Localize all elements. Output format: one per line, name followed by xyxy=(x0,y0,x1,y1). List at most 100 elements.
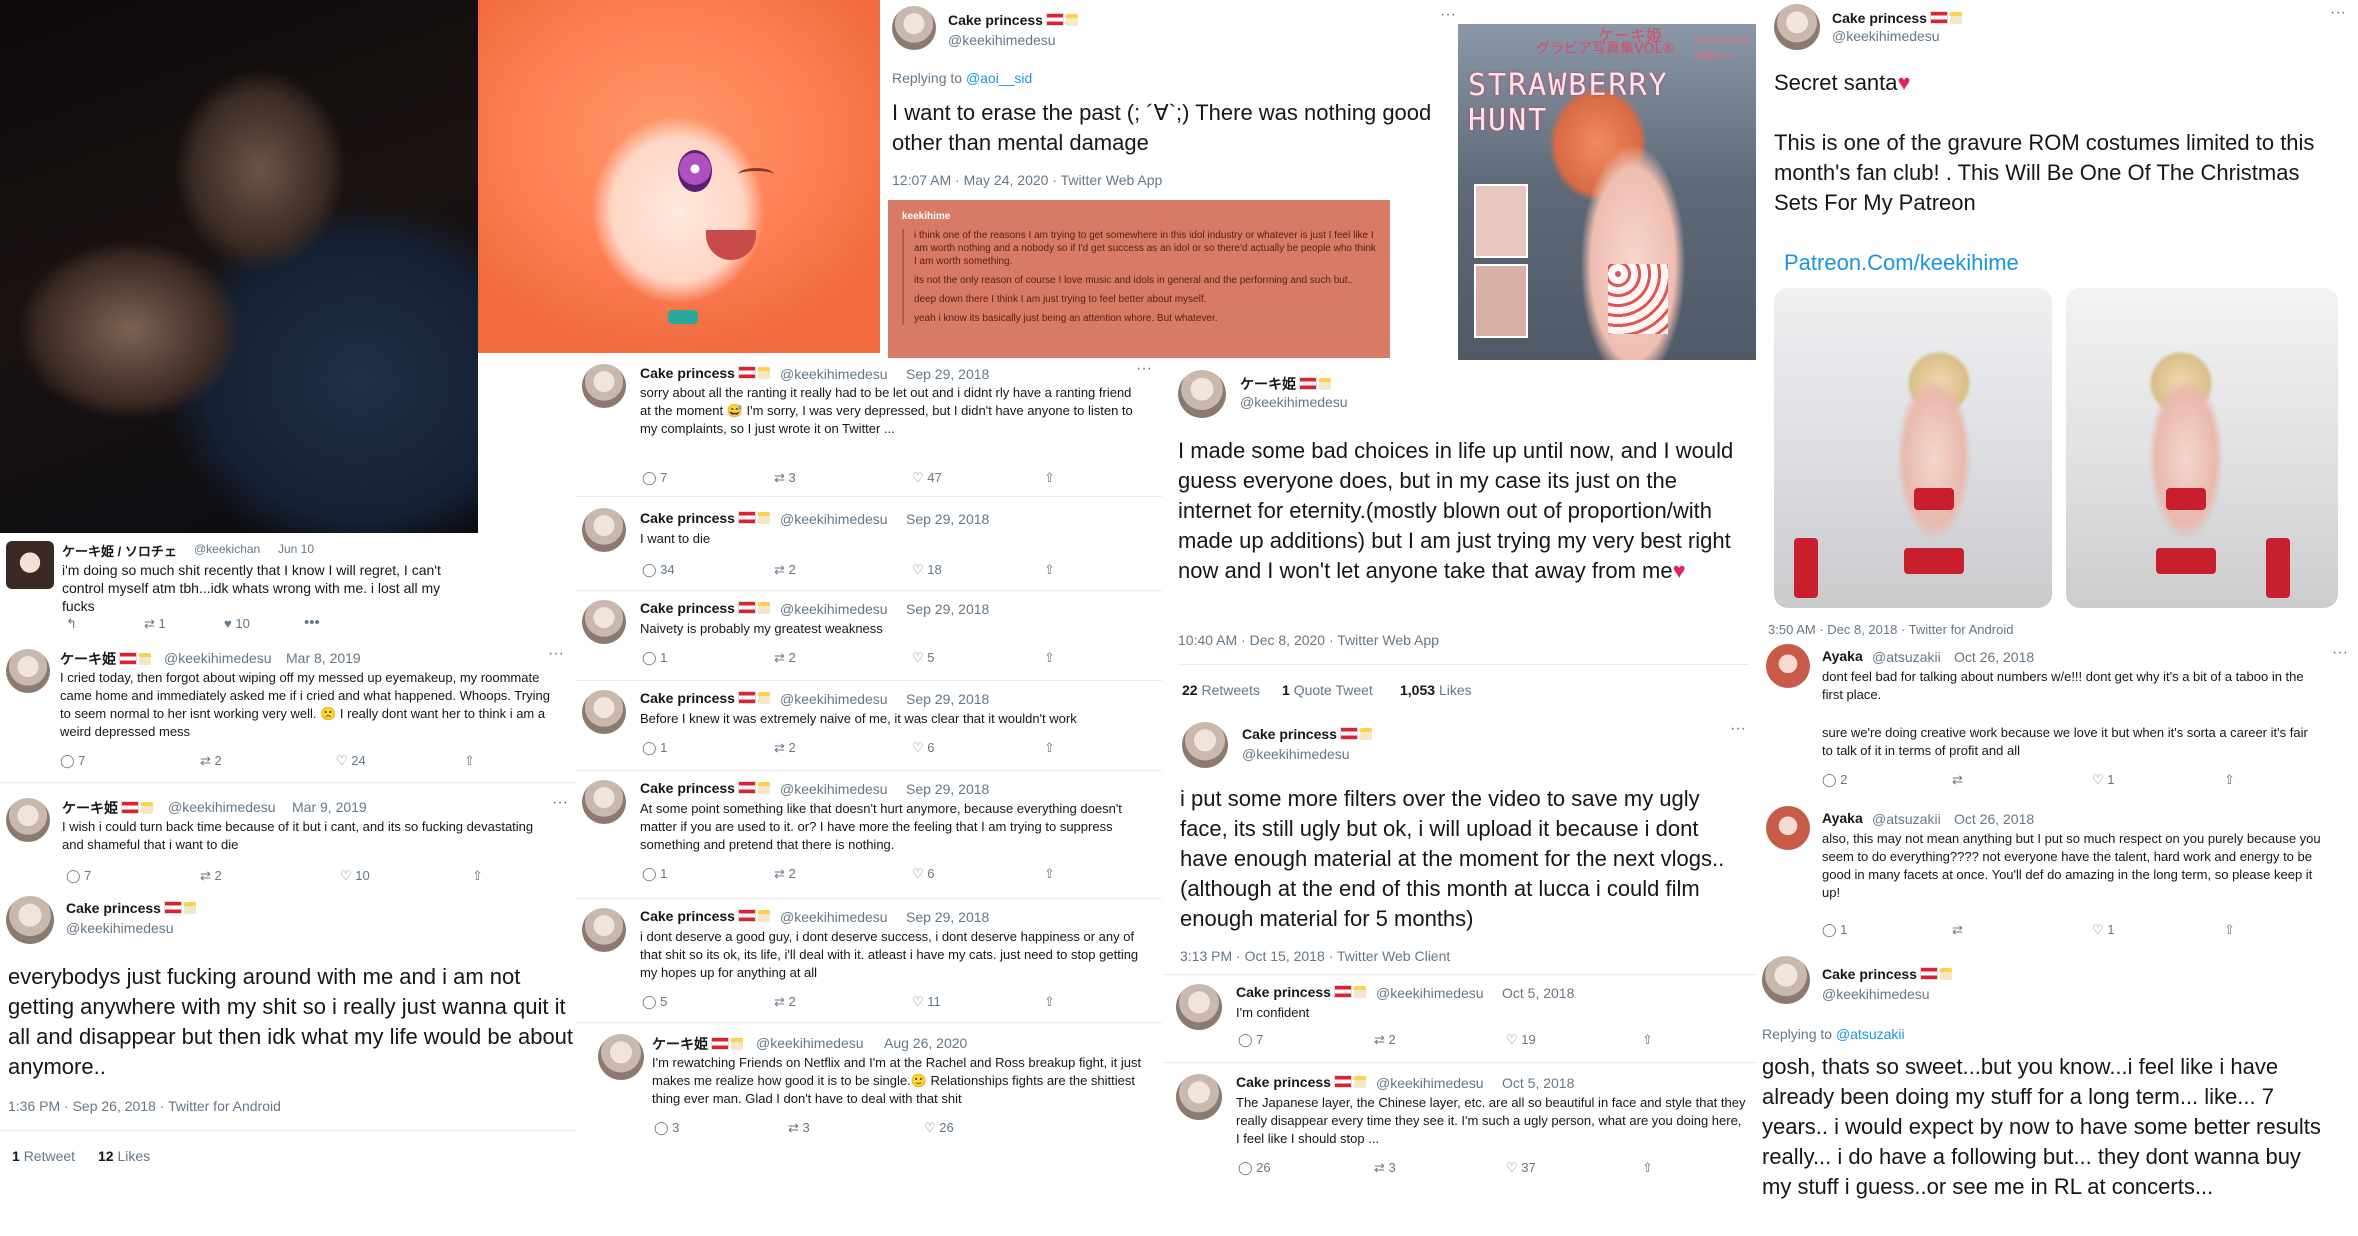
avatar[interactable] xyxy=(1766,806,1810,850)
retweet-button[interactable]: ⇄ 2 xyxy=(1374,1032,1396,1048)
author-handle[interactable]: @keekihimedesu xyxy=(780,511,888,527)
reply-button[interactable]: ◯ 1 xyxy=(1822,922,1847,938)
like-button[interactable]: ♡ 37 xyxy=(1506,1160,1536,1176)
more-icon[interactable]: ··· xyxy=(2332,644,2348,662)
like-button[interactable]: ♡ 5 xyxy=(912,650,935,666)
like-button[interactable]: ♡ 24 xyxy=(336,753,366,769)
retweet-button[interactable]: ⇄ 2 xyxy=(774,650,796,666)
reply-button[interactable]: ◯ 5 xyxy=(642,994,667,1010)
more-icon[interactable]: ··· xyxy=(1440,6,1456,24)
tweet-timestamp[interactable]: 12:07 AM · May 24, 2020 · Twitter Web Ap… xyxy=(892,172,1162,188)
author-handle[interactable]: @keekihimedesu xyxy=(1242,746,1350,762)
author-name[interactable]: Cake princess xyxy=(948,12,1078,28)
tweet-date[interactable]: Sep 29, 2018 xyxy=(906,366,989,382)
more-icon[interactable]: ··· xyxy=(2330,4,2346,22)
reply-button[interactable]: ◯ 7 xyxy=(642,470,667,486)
like-button[interactable]: ♡ 26 xyxy=(924,1120,954,1136)
avatar[interactable] xyxy=(6,541,54,589)
share-icon[interactable]: ⇧ xyxy=(1642,1160,1653,1176)
author-name[interactable]: Cake princess xyxy=(1236,984,1366,1000)
more-icon[interactable]: ··· xyxy=(1136,360,1152,378)
more-icon[interactable]: ••• xyxy=(304,614,320,631)
avatar[interactable] xyxy=(6,649,50,693)
reply-target-link[interactable]: @atsuzakii xyxy=(1836,1026,1905,1042)
retweet-button[interactable]: ⇄ xyxy=(1952,922,1963,938)
retweet-button[interactable]: ⇄ 2 xyxy=(774,740,796,756)
reply-button[interactable]: ◯ 34 xyxy=(642,562,675,578)
tweet-date[interactable]: Oct 26, 2018 xyxy=(1954,649,2034,665)
retweet-button[interactable]: ⇄ 3 xyxy=(774,470,796,486)
reply-button[interactable]: ◯ 7 xyxy=(66,868,91,884)
avatar[interactable] xyxy=(582,908,626,952)
author-handle[interactable]: @keekihimedesu xyxy=(1240,394,1348,410)
avatar[interactable] xyxy=(1182,722,1228,768)
author-handle[interactable]: @keekihimedesu xyxy=(756,1035,864,1051)
share-icon[interactable]: ⇧ xyxy=(1044,650,1055,666)
tweet-date[interactable]: Oct 5, 2018 xyxy=(1502,1075,1574,1091)
likes-stat[interactable]: 1,053 Likes xyxy=(1400,682,1472,698)
retweet-button[interactable]: ⇄ 1 xyxy=(144,616,166,632)
avatar[interactable] xyxy=(1178,370,1226,418)
tweet-timestamp[interactable]: 10:40 AM · Dec 8, 2020 · Twitter Web App xyxy=(1178,632,1439,648)
author-handle[interactable]: @atsuzakii xyxy=(1872,649,1941,665)
author-handle[interactable]: @atsuzakii xyxy=(1872,811,1941,827)
author-handle[interactable]: @keekihimedesu xyxy=(1832,28,1940,44)
reply-button[interactable]: ◯ 1 xyxy=(642,740,667,756)
avatar[interactable] xyxy=(582,364,626,408)
santa-timestamp[interactable]: 3:50 AM · Dec 8, 2018 · Twitter for Andr… xyxy=(1768,622,2013,637)
reply-button[interactable]: ◯ 7 xyxy=(60,753,85,769)
author-name[interactable]: Cake princess xyxy=(1236,1074,1366,1090)
author-handle[interactable]: @keekihimedesu xyxy=(780,909,888,925)
share-icon[interactable]: ⇧ xyxy=(472,868,483,884)
share-icon[interactable]: ⇧ xyxy=(2224,772,2235,788)
author-name[interactable]: Cake princess xyxy=(1242,726,1372,742)
like-button[interactable]: ♡ 47 xyxy=(912,470,942,486)
author-name[interactable]: Cake princess xyxy=(640,600,770,616)
like-button[interactable]: ♥ 10 xyxy=(224,616,250,631)
reply-button[interactable]: ◯ 1 xyxy=(642,866,667,882)
tweet-date[interactable]: Oct 26, 2018 xyxy=(1954,811,2034,827)
tweet-date[interactable]: Mar 8, 2019 xyxy=(286,650,361,666)
author-name[interactable]: ケーキ姫 xyxy=(60,649,151,669)
author-name[interactable]: ケーキ姫 xyxy=(1240,374,1331,394)
author-name[interactable]: Cake princess xyxy=(640,690,770,706)
reply-button[interactable]: ◯ 26 xyxy=(1238,1160,1271,1176)
likes-stat[interactable]: 12 Likes xyxy=(98,1148,150,1164)
author-name[interactable]: ケーキ姫 / ソロチェ xyxy=(62,541,177,560)
author-name[interactable]: ケーキ姫 xyxy=(62,798,153,818)
avatar[interactable] xyxy=(1774,4,1820,50)
tweet-date[interactable]: Sep 29, 2018 xyxy=(906,909,989,925)
like-button[interactable]: ♡ 18 xyxy=(912,562,942,578)
reply-button[interactable]: ◯ 3 xyxy=(654,1120,679,1136)
share-icon[interactable]: ⇧ xyxy=(2224,922,2235,938)
author-name[interactable]: Cake princess xyxy=(66,900,196,916)
tweet-date[interactable]: Sep 29, 2018 xyxy=(906,691,989,707)
tweet-date[interactable]: Jun 10 xyxy=(278,542,314,556)
reply-button[interactable]: ◯ 1 xyxy=(642,650,667,666)
avatar[interactable] xyxy=(582,690,626,734)
author-handle[interactable]: @keekichan xyxy=(194,542,260,556)
tweet-date[interactable]: Oct 5, 2018 xyxy=(1502,985,1574,1001)
avatar[interactable] xyxy=(6,896,54,944)
author-handle[interactable]: @keekihimedesu xyxy=(1822,986,1930,1002)
author-handle[interactable]: @keekihimedesu xyxy=(780,781,888,797)
author-handle[interactable]: @keekihimedesu xyxy=(780,691,888,707)
retweet-button[interactable]: ⇄ 2 xyxy=(774,866,796,882)
author-handle[interactable]: @keekihimedesu xyxy=(164,650,272,666)
quote-stat[interactable]: 1 Quote Tweet xyxy=(1282,682,1373,698)
author-name[interactable]: Cake princess xyxy=(1822,966,1952,982)
author-handle[interactable]: @keekihimedesu xyxy=(1376,1075,1484,1091)
like-button[interactable]: ♡ 6 xyxy=(912,866,935,882)
avatar[interactable] xyxy=(582,600,626,644)
author-name[interactable]: Ayaka xyxy=(1822,810,1863,826)
avatar[interactable] xyxy=(6,798,50,842)
share-icon[interactable]: ⇧ xyxy=(1044,562,1055,578)
avatar[interactable] xyxy=(598,1034,644,1080)
share-icon[interactable]: ⇧ xyxy=(1044,994,1055,1010)
author-name[interactable]: Cake princess xyxy=(640,780,770,796)
like-button[interactable]: ♡ 11 xyxy=(912,994,941,1010)
retweet-button[interactable]: ⇄ xyxy=(1952,772,1963,788)
retweet-button[interactable]: ⇄ 2 xyxy=(200,868,222,884)
retweet-button[interactable]: ⇄ 2 xyxy=(774,562,796,578)
patreon-link[interactable]: Patreon.Com/keekihime xyxy=(1784,248,2019,278)
